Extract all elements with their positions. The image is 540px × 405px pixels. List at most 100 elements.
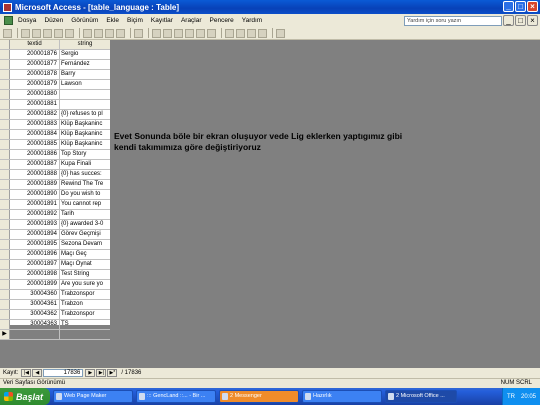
cell-string[interactable]: {0} refuses to pl — [60, 110, 110, 119]
row-selector[interactable] — [0, 50, 10, 59]
cell-string[interactable]: Maçı Oynat — [60, 260, 110, 269]
current-record-field[interactable]: 17836 — [43, 369, 84, 377]
cell-string[interactable]: Görev Geçmişi — [60, 230, 110, 239]
task-gencland[interactable]: ::: GencLand ::... - Bir ... — [136, 390, 216, 403]
close-button[interactable]: × — [527, 1, 538, 12]
cell-string[interactable]: Lawson — [60, 80, 110, 89]
delete-record-icon[interactable] — [236, 28, 245, 38]
cell-textid[interactable]: 200001877 — [10, 60, 60, 69]
insert-hyperlink-icon[interactable] — [134, 28, 143, 38]
column-header-string[interactable]: string — [60, 40, 110, 49]
previous-record-button[interactable]: ◀ — [32, 369, 43, 377]
cell-textid[interactable]: 200001878 — [10, 70, 60, 79]
task-hazirlik[interactable]: Hazırlık — [302, 390, 382, 403]
minimize-button[interactable]: _ — [503, 1, 514, 12]
cell-string[interactable]: Trabzonspor — [60, 310, 110, 319]
cut-icon[interactable] — [83, 28, 92, 38]
table-row[interactable]: 200001894 Görev Geçmişi — [0, 230, 110, 240]
row-selector[interactable] — [0, 80, 10, 89]
menu-insert[interactable]: Ekle — [106, 17, 119, 24]
row-selector[interactable] — [0, 260, 10, 269]
cell-string[interactable]: {0} has succes: — [60, 170, 110, 179]
cell-string[interactable]: Sezona Devam — [60, 240, 110, 249]
cell-textid[interactable]: 200001885 — [10, 140, 60, 149]
table-row[interactable]: 200001888 {0} has succes: — [0, 170, 110, 180]
table-row[interactable]: 200001877 Fernández — [0, 60, 110, 70]
cell-textid[interactable]: 200001897 — [10, 260, 60, 269]
table-row[interactable]: 200001897 Maçı Oynat — [0, 260, 110, 270]
table-row[interactable]: 200001882 {0} refuses to pl — [0, 110, 110, 120]
menu-file[interactable]: Dosya — [18, 17, 36, 24]
cell-textid[interactable]: 200001880 — [10, 90, 60, 99]
table-row[interactable]: 200001886 Top Story — [0, 150, 110, 160]
cell-textid[interactable]: 200001898 — [10, 270, 60, 279]
row-selector[interactable] — [0, 140, 10, 149]
cell-string[interactable]: Fernández — [60, 60, 110, 69]
cell-textid[interactable]: 200001881 — [10, 100, 60, 109]
save-icon[interactable] — [21, 28, 30, 38]
new-record-marker[interactable]: ▶ — [0, 330, 10, 339]
filter-by-selection-icon[interactable] — [174, 28, 183, 38]
row-selector[interactable] — [0, 320, 10, 329]
table-row[interactable]: 200001896 Maçı Geç — [0, 250, 110, 260]
new-record-icon[interactable] — [225, 28, 234, 38]
apply-filter-icon[interactable] — [196, 28, 205, 38]
cell-textid[interactable]: 200001891 — [10, 200, 60, 209]
column-header-textid[interactable]: textid — [10, 40, 60, 49]
row-selector[interactable] — [0, 190, 10, 199]
table-row[interactable]: 200001880 — [0, 90, 110, 100]
table-row[interactable]: 200001884 Klüp Başkaninc — [0, 130, 110, 140]
cell-textid[interactable]: 30004360 — [10, 290, 60, 299]
cell-textid[interactable]: 200001896 — [10, 250, 60, 259]
print-preview-icon[interactable] — [54, 28, 63, 38]
row-selector[interactable] — [0, 250, 10, 259]
row-selector[interactable] — [0, 180, 10, 189]
find-icon[interactable] — [207, 28, 216, 38]
last-record-button[interactable]: ▶| — [96, 369, 107, 377]
table-row[interactable]: 200001892 Tarih — [0, 210, 110, 220]
table-row[interactable]: 200001899 Are you sure yo — [0, 280, 110, 290]
new-record-row[interactable]: ▶ — [0, 330, 110, 340]
cell-textid[interactable]: 200001899 — [10, 280, 60, 289]
row-selector[interactable] — [0, 210, 10, 219]
cell-string[interactable]: Test String — [60, 270, 110, 279]
menu-records[interactable]: Kayıtlar — [151, 17, 173, 24]
table-row[interactable]: 200001876 Sergio — [0, 50, 110, 60]
cell-string[interactable]: You cannot rep — [60, 200, 110, 209]
cell-textid[interactable]: 200001886 — [10, 150, 60, 159]
undo-icon[interactable] — [116, 28, 125, 38]
menu-tools[interactable]: Araçlar — [181, 17, 202, 24]
view-icon[interactable] — [3, 28, 12, 38]
doc-restore-button[interactable]: □ — [515, 15, 526, 26]
row-selector[interactable] — [0, 70, 10, 79]
cell-string[interactable]: Are you sure yo — [60, 280, 110, 289]
cell-textid[interactable]: 200001889 — [10, 180, 60, 189]
table-row[interactable]: 200001893 {0} awarded 3-0 — [0, 220, 110, 230]
table-row[interactable]: 200001898 Test String — [0, 270, 110, 280]
copy-icon[interactable] — [94, 28, 103, 38]
cell-string[interactable]: Klüp Başkaninc — [60, 120, 110, 129]
cell-textid[interactable]: 200001892 — [10, 210, 60, 219]
row-selector[interactable] — [0, 220, 10, 229]
table-row[interactable]: 200001887 Kupa Finali — [0, 160, 110, 170]
row-selector[interactable] — [0, 240, 10, 249]
table-row[interactable]: 30004361 Trabzon — [0, 300, 110, 310]
task-microsoft-office[interactable]: 2 Microsoft Office ... — [385, 390, 457, 403]
menu-view[interactable]: Görünüm — [71, 17, 98, 24]
cell-textid[interactable]: 200001883 — [10, 120, 60, 129]
table-row[interactable]: 200001890 Do you wish to — [0, 190, 110, 200]
table-row[interactable]: 30004360 Trabzonspor — [0, 290, 110, 300]
row-selector[interactable] — [0, 230, 10, 239]
cell-textid[interactable]: 200001876 — [10, 50, 60, 59]
cell-textid[interactable]: 200001887 — [10, 160, 60, 169]
search-file-icon[interactable] — [32, 28, 41, 38]
row-selector[interactable] — [0, 300, 10, 309]
spelling-icon[interactable] — [65, 28, 74, 38]
cell-string[interactable]: Trabzon — [60, 300, 110, 309]
new-record-nav-button[interactable]: ▶* — [107, 369, 118, 377]
cell-textid[interactable]: 30004362 — [10, 310, 60, 319]
row-selector[interactable] — [0, 60, 10, 69]
cell-string[interactable] — [60, 330, 110, 339]
table-row[interactable]: 200001883 Klüp Başkaninc — [0, 120, 110, 130]
cell-textid[interactable]: 200001879 — [10, 80, 60, 89]
